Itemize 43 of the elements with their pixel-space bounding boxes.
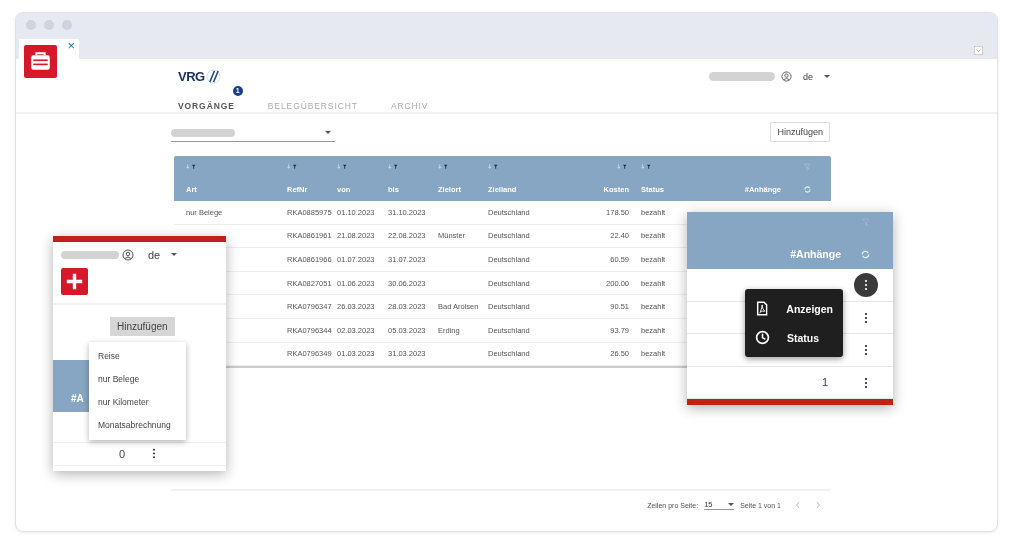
- user-icon[interactable]: [781, 71, 792, 82]
- menu-item[interactable]: Anzeigen: [745, 294, 843, 323]
- more-icon[interactable]: [152, 448, 156, 459]
- more-button[interactable]: [854, 273, 878, 298]
- sort-filter-icon[interactable]: [388, 164, 400, 170]
- tab-close[interactable]: ×: [67, 39, 75, 53]
- more-icon: [864, 311, 868, 324]
- briefcase-icon[interactable]: [24, 45, 57, 78]
- more-icon: [864, 344, 868, 357]
- document-icon: [755, 301, 770, 316]
- nav-tab[interactable]: VORGÄNGE: [178, 101, 235, 111]
- user-icon[interactable]: [122, 249, 134, 261]
- sort-filter-icon[interactable]: [287, 164, 299, 170]
- table-cell: 1: [821, 375, 828, 388]
- redacted-name-bar: [61, 251, 119, 259]
- logo: VRG: [178, 69, 205, 84]
- caret-icon[interactable]: [325, 130, 331, 135]
- caret-icon[interactable]: [728, 502, 735, 507]
- column-header: #A: [71, 393, 84, 404]
- more-icon: [864, 279, 868, 292]
- sort-filter-icon[interactable]: [337, 164, 349, 170]
- redacted-name-bar: [709, 72, 775, 81]
- language-select[interactable]: de: [803, 71, 813, 82]
- more-icon: [864, 376, 868, 389]
- menu-item[interactable]: nur Kilometer: [89, 391, 186, 414]
- menu-item[interactable]: Status: [745, 323, 843, 352]
- add-button[interactable]: Hinzufügen: [770, 122, 830, 142]
- menu-item[interactable]: Monatsabrechnung: [89, 414, 186, 437]
- sort-filter-icon[interactable]: [641, 164, 653, 170]
- caret-icon[interactable]: [171, 253, 178, 257]
- add-icon[interactable]: [61, 268, 88, 295]
- menu-item[interactable]: Reise: [89, 345, 186, 368]
- add-button[interactable]: Hinzufügen: [110, 317, 175, 336]
- sort-filter-icon[interactable]: [186, 164, 198, 170]
- sort-filter-icon[interactable]: [438, 164, 450, 170]
- menu-item[interactable]: nur Belege: [89, 368, 186, 391]
- logo-icon: [205, 69, 221, 84]
- table-cell: 0: [119, 448, 126, 460]
- sort-filter-icon[interactable]: [617, 164, 629, 170]
- caret-icon[interactable]: [824, 74, 830, 79]
- language-select[interactable]: de: [148, 249, 161, 261]
- sort-filter-icon[interactable]: [488, 164, 500, 170]
- clock-icon: [755, 330, 770, 345]
